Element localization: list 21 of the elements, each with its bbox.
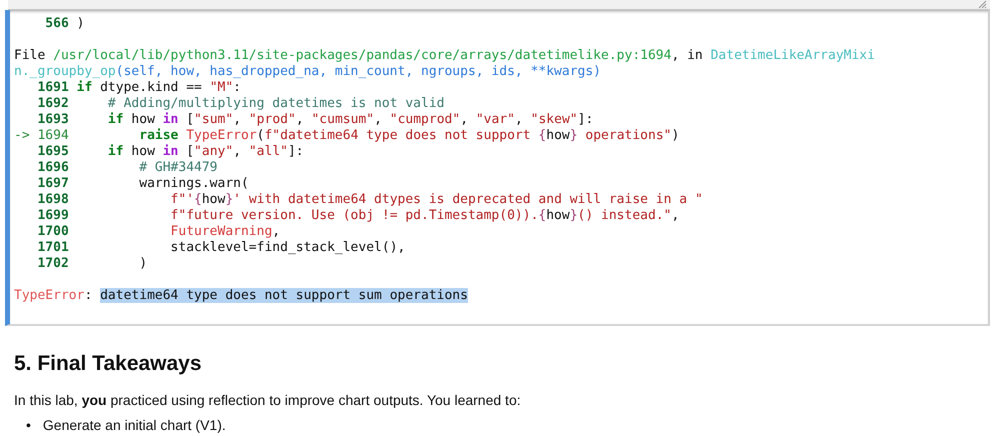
code-line: TypeError: datetime64 type does not support sum operations: [14, 288, 468, 304]
code-line: n._groupby_op(self, how, has_dropped_na, min_count, ngroups, ids, **kwargs): [14, 64, 602, 80]
code-line: 1699 f"future version. Use (obj != pd.Timestamp(0)).{how}() instead.",: [36, 208, 680, 224]
paragraph: In this lab, you practiced using reflection to improve chart outputs. You learned to:: [14, 391, 521, 409]
code-line: 1698 f"'{how}' with datetime64 dtypes is deprecated and will raise in a ": [36, 192, 703, 208]
resize-grip-icon[interactable]: [978, 0, 987, 9]
code-line: 1695 if how in ["any", "all"]:: [36, 144, 304, 160]
code-line: 1691 if dtype.kind == "M":: [36, 80, 241, 96]
code-line: File /usr/local/lib/python3.11/site-packages/pandas/core/arrays/datetimelike.py:1694, in DatetimeLikeArrayMixi: [14, 48, 875, 64]
bullet-item: Generate an initial chart (V1).: [42, 417, 226, 433]
bullet-marker: •: [26, 417, 31, 433]
code-line: 1696 # GH#34479: [36, 160, 218, 176]
section-heading: 5. Final Takeaways: [14, 351, 202, 377]
code-line: -> 1694 raise TypeError(f"datetime64 type does not support {how} operations"): [14, 128, 680, 144]
code-line: 1701 stacklevel=find_stack_level(),: [36, 240, 406, 256]
code-line: 566 ): [44, 16, 84, 32]
code-line: 1693 if how in ["sum", "prod", "cumsum", "cumprod", "var", "skew"]:: [36, 112, 594, 128]
code-line: 1702 ): [36, 256, 148, 272]
code-line: 1700 FutureWarning,: [36, 224, 280, 240]
code-line: 1692 # Adding/multiplying datetimes is not valid: [36, 96, 444, 112]
code-line: 1697 warnings.warn(: [36, 176, 249, 192]
